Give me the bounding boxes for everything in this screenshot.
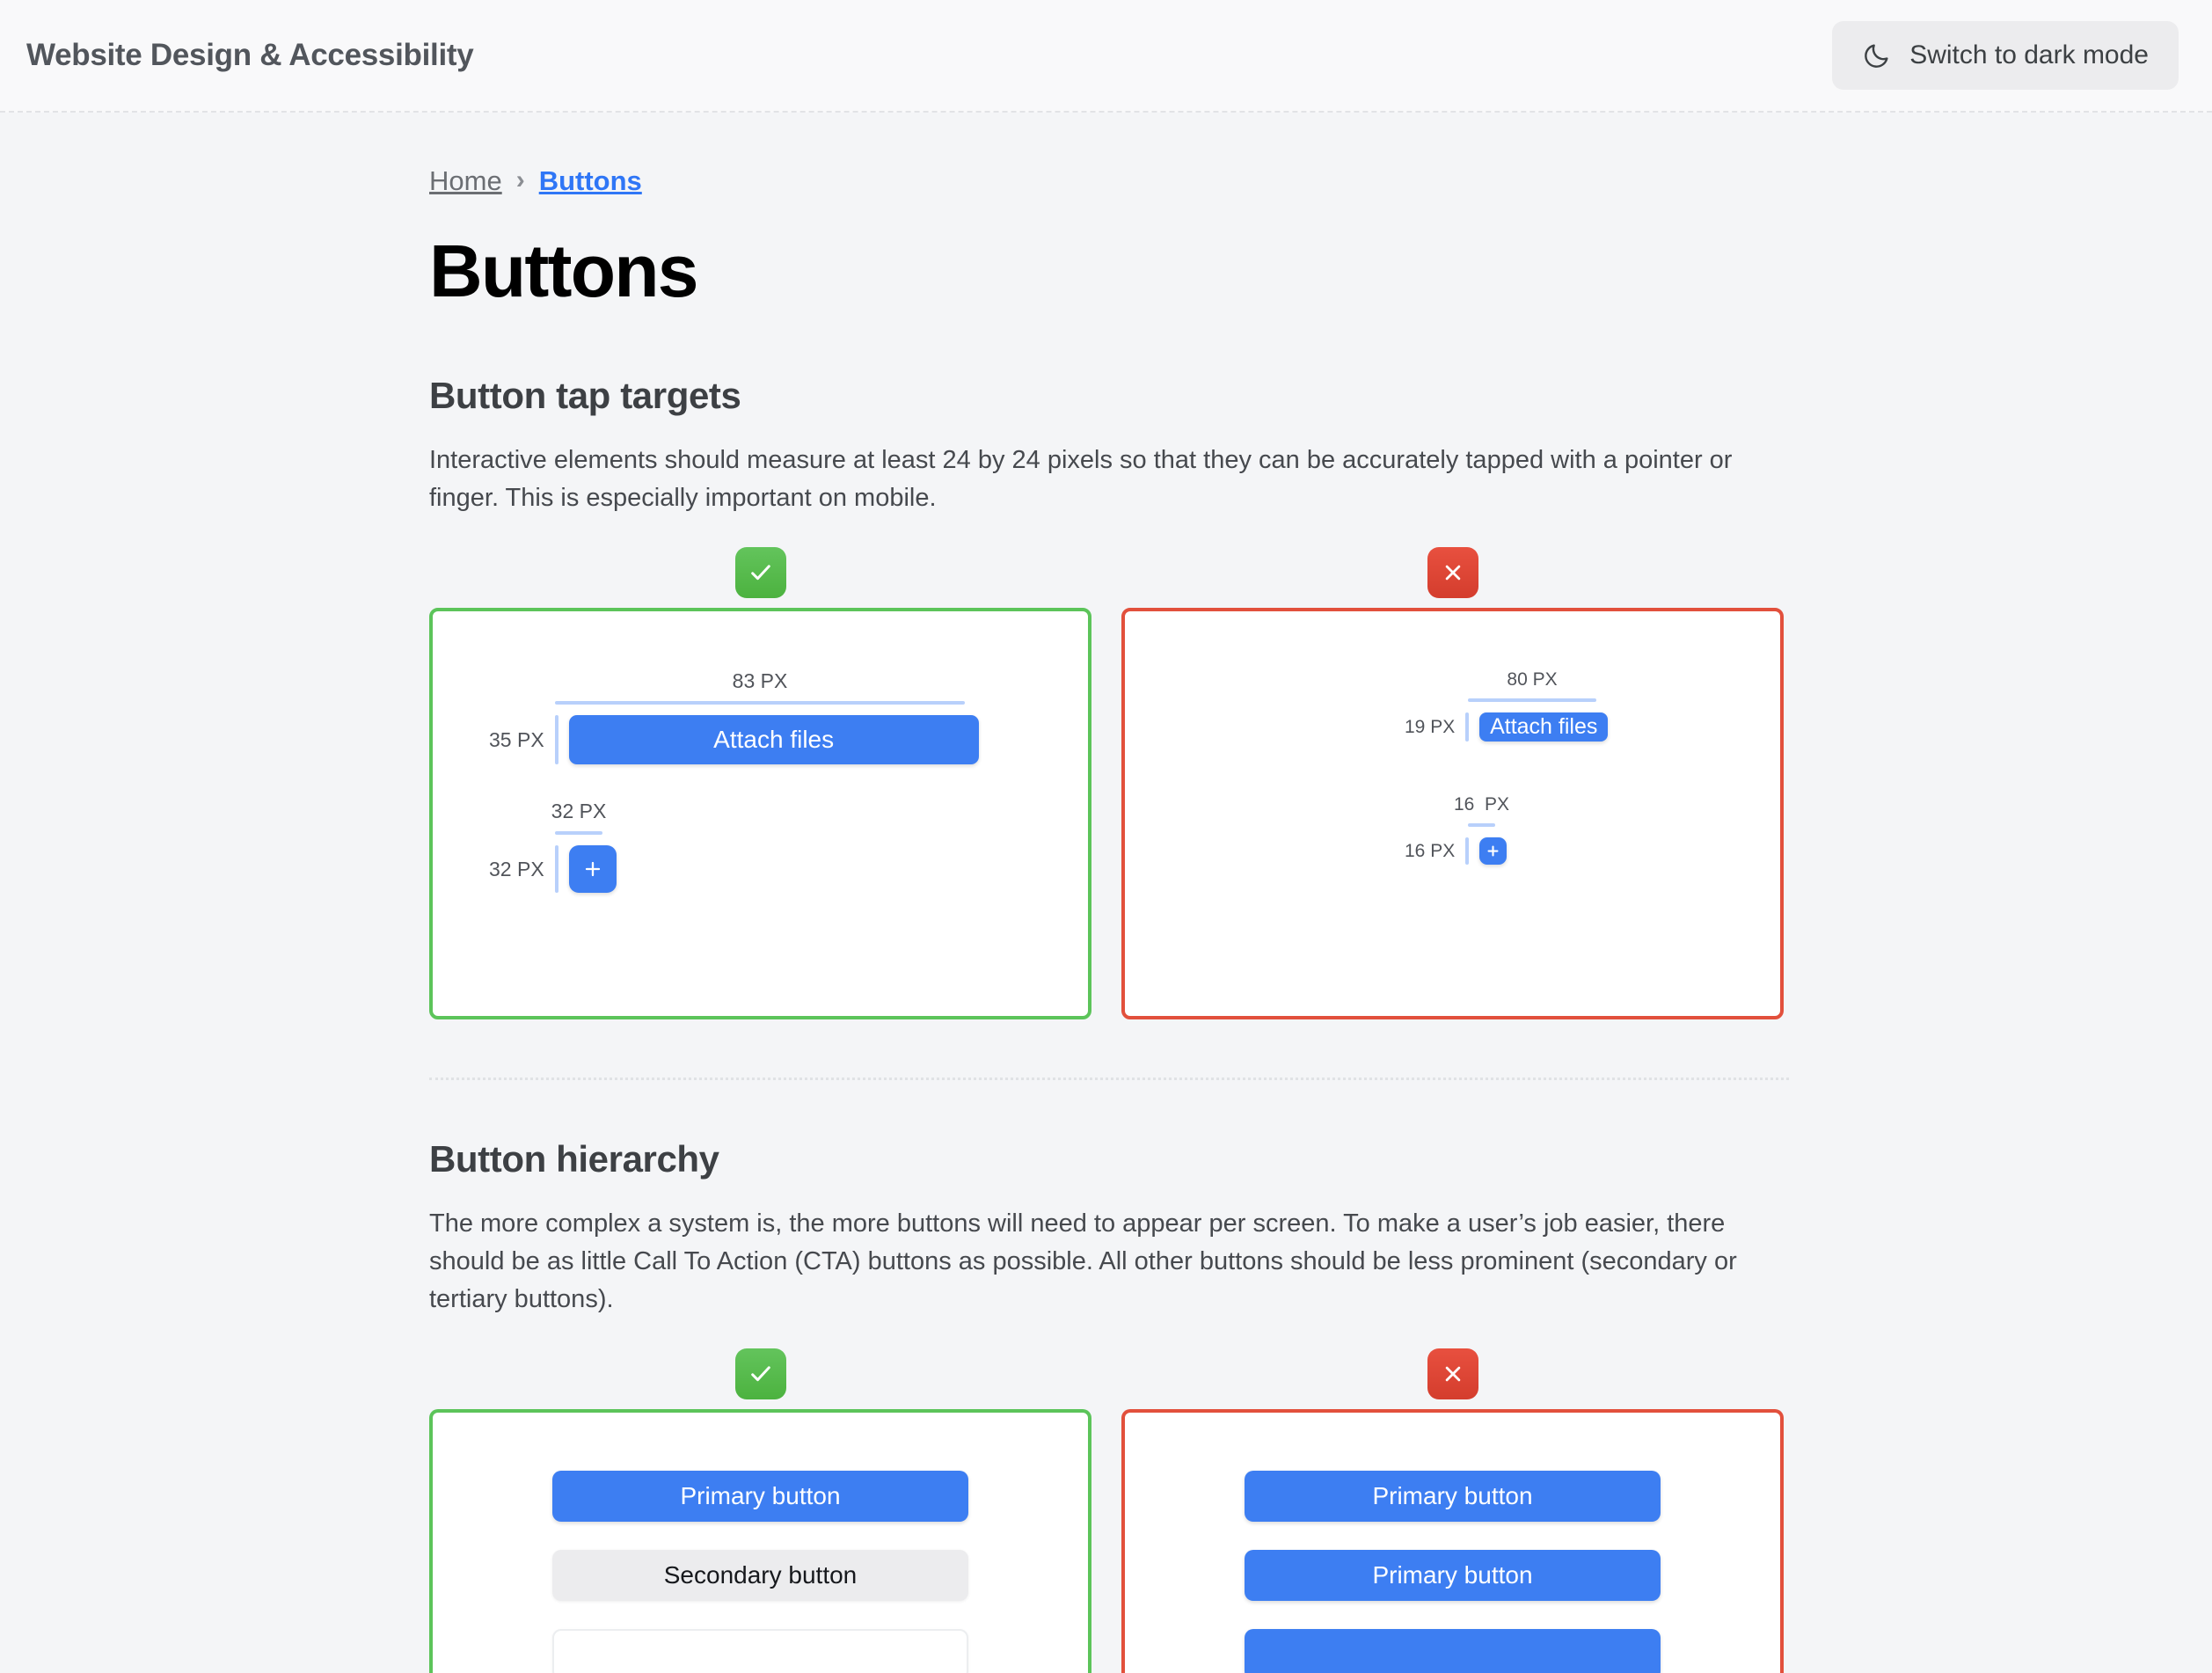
plus-icon	[582, 858, 603, 880]
theme-toggle-label: Switch to dark mode	[1909, 40, 2149, 70]
button-stack: Primary button Secondary button	[433, 1471, 1088, 1673]
example-good-hierarchy: Primary button Secondary button	[429, 1348, 1091, 1673]
button-stack: Primary button Primary button	[1125, 1471, 1780, 1673]
measure-rule-horizontal	[1468, 698, 1596, 702]
attach-files-button[interactable]: Attach files	[1479, 712, 1608, 742]
measure-rule-vertical	[1465, 712, 1469, 742]
breadcrumb-home-link[interactable]: Home	[429, 165, 502, 197]
secondary-button[interactable]: Secondary button	[552, 1550, 968, 1601]
add-button[interactable]	[1479, 837, 1507, 865]
verdict-badge-good	[735, 1348, 786, 1399]
primary-button[interactable]	[1245, 1629, 1661, 1673]
measure-width-label: 80 PX	[1507, 669, 1557, 690]
plus-icon	[1486, 844, 1500, 858]
verdict-badge-bad	[1427, 1348, 1478, 1399]
theme-toggle-button[interactable]: Switch to dark mode	[1832, 21, 2179, 90]
measure-rule-horizontal	[555, 701, 965, 705]
measure-height-label: 19 PX	[1405, 712, 1455, 742]
measure-rule-horizontal	[555, 831, 602, 835]
section-button-tap-targets: Button tap targets Interactive elements …	[429, 375, 1784, 1019]
primary-button[interactable]: Primary button	[1245, 1471, 1661, 1522]
cross-icon	[1440, 559, 1466, 586]
measure-width-label: 16 PX	[1454, 794, 1509, 815]
examples-row-tap-targets: 83 PX 35 PX Attach files 32 PX	[429, 547, 1784, 1019]
measure-rule-vertical	[1465, 837, 1469, 865]
example-card-bad: Primary button Primary button	[1121, 1409, 1784, 1673]
app-title: Website Design & Accessibility	[26, 38, 473, 73]
verdict-badge-good	[735, 547, 786, 598]
section-heading: Button tap targets	[429, 375, 1784, 417]
section-divider	[429, 1078, 1789, 1080]
breadcrumb: Home › Buttons	[429, 165, 1784, 197]
section-heading: Button hierarchy	[429, 1138, 1784, 1180]
breadcrumb-current-link[interactable]: Buttons	[539, 165, 642, 197]
examples-row-hierarchy: Primary button Secondary button	[429, 1348, 1784, 1673]
measure-rule-vertical	[555, 845, 558, 893]
measure-rule-vertical	[555, 715, 558, 764]
attach-files-button[interactable]: Attach files	[569, 715, 979, 764]
section-button-hierarchy: Button hierarchy The more complex a syst…	[429, 1138, 1784, 1673]
measure-rule-horizontal	[1468, 823, 1495, 827]
chevron-right-icon: ›	[516, 167, 525, 194]
primary-button[interactable]: Primary button	[1245, 1550, 1661, 1601]
section-body: Interactive elements should measure at l…	[429, 442, 1766, 517]
example-bad-hierarchy: Primary button Primary button	[1121, 1348, 1784, 1673]
measured-plus-button-bad: 16 PX 16 PX	[1405, 794, 1780, 865]
measure-height-label: 32 PX	[489, 845, 544, 893]
example-card-good: 83 PX 35 PX Attach files 32 PX	[429, 608, 1091, 1019]
check-icon	[747, 1360, 775, 1388]
tertiary-button[interactable]	[552, 1629, 968, 1673]
measure-height-label: 16 PX	[1405, 837, 1455, 865]
page-title: Buttons	[429, 234, 1784, 308]
measure-width-label: 32 PX	[551, 800, 607, 823]
measure-width-label: 83 PX	[733, 669, 788, 693]
primary-button[interactable]: Primary button	[552, 1471, 968, 1522]
example-card-bad: 80 PX 19 PX Attach files 16 PX	[1121, 608, 1784, 1019]
check-icon	[747, 559, 775, 587]
cross-icon	[1440, 1361, 1466, 1387]
measure-height-label: 35 PX	[489, 715, 544, 764]
add-button[interactable]	[569, 845, 617, 893]
measured-attach-button-good: 83 PX 35 PX Attach files	[433, 669, 1088, 764]
example-bad-tap-targets: 80 PX 19 PX Attach files 16 PX	[1121, 547, 1784, 1019]
content-column: Home › Buttons Buttons Button tap target…	[429, 165, 1784, 1673]
measured-plus-button-good: 32 PX 32 PX	[433, 800, 1088, 893]
app-header: Website Design & Accessibility Switch to…	[0, 0, 2212, 113]
moon-icon	[1862, 40, 1892, 70]
verdict-badge-bad	[1427, 547, 1478, 598]
measured-attach-button-bad: 80 PX 19 PX Attach files	[1405, 669, 1780, 742]
page-body: Home › Buttons Buttons Button tap target…	[0, 113, 2212, 1673]
example-card-good: Primary button Secondary button	[429, 1409, 1091, 1673]
example-good-tap-targets: 83 PX 35 PX Attach files 32 PX	[429, 547, 1091, 1019]
section-body: The more complex a system is, the more b…	[429, 1205, 1766, 1319]
